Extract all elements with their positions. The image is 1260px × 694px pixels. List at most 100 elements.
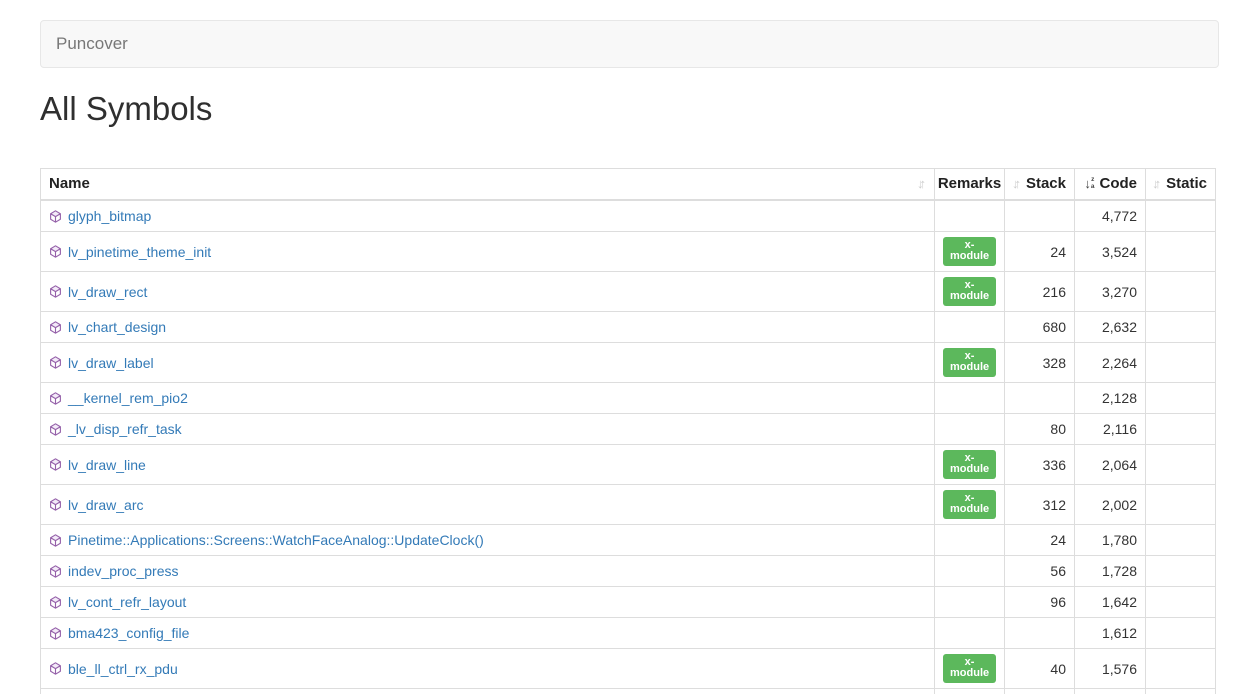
cube-icon bbox=[49, 498, 62, 511]
code-cell: 1,728 bbox=[1075, 556, 1146, 587]
code-cell: 2,064 bbox=[1075, 445, 1146, 485]
symbol-link[interactable]: lv_draw_rect bbox=[68, 282, 147, 302]
symbol-link[interactable]: Pinetime::Applications::Screens::WatchFa… bbox=[68, 530, 484, 550]
static-cell bbox=[1146, 414, 1216, 445]
static-cell bbox=[1146, 587, 1216, 618]
symbol-link[interactable]: _lv_disp_refr_task bbox=[68, 419, 182, 439]
remarks-cell bbox=[935, 556, 1005, 587]
sort-alpha-desc-icon: ↓za bbox=[1084, 174, 1094, 194]
code-cell: 3,270 bbox=[1075, 272, 1146, 312]
table-row: ble_ll_ctrl_rx_pdu x-module 40 1,576 bbox=[41, 649, 1216, 689]
static-cell bbox=[1146, 556, 1216, 587]
cube-icon bbox=[49, 662, 62, 675]
remarks-cell bbox=[935, 525, 1005, 556]
symbol-link[interactable]: lv_cont_refr_layout bbox=[68, 592, 186, 612]
code-cell: 1,480 bbox=[1075, 689, 1146, 694]
stack-cell bbox=[1005, 618, 1075, 649]
table-row: indev_proc_press 56 1,728 bbox=[41, 556, 1216, 587]
cube-icon bbox=[49, 321, 62, 334]
code-cell: 2,002 bbox=[1075, 485, 1146, 525]
table-row: lv_draw_line x-module 336 2,064 bbox=[41, 445, 1216, 485]
symbol-link[interactable]: lv_pinetime_theme_init bbox=[68, 242, 211, 262]
remarks-cell bbox=[935, 312, 1005, 343]
table-row: lv_chart_design 680 2,632 bbox=[41, 312, 1216, 343]
symbol-link[interactable]: glyph_bitmap bbox=[68, 206, 151, 226]
code-cell: 2,128 bbox=[1075, 383, 1146, 414]
symbol-name-cell: lv_pinetime_theme_init bbox=[41, 232, 935, 272]
static-cell bbox=[1146, 343, 1216, 383]
column-label-stack: Stack bbox=[1026, 174, 1066, 194]
remarks-cell: x-module bbox=[935, 272, 1005, 312]
stack-cell bbox=[1005, 383, 1075, 414]
column-header-code[interactable]: ↓za Code bbox=[1075, 169, 1146, 201]
symbol-name-cell: indev_proc_press bbox=[41, 556, 935, 587]
table-row: __kernel_rem_pio2 2,128 bbox=[41, 383, 1216, 414]
symbol-link[interactable]: indev_proc_press bbox=[68, 561, 179, 581]
symbol-link[interactable]: lv_chart_design bbox=[68, 317, 166, 337]
stack-cell: 40 bbox=[1005, 649, 1075, 689]
cube-icon bbox=[49, 534, 62, 547]
stack-cell: 328 bbox=[1005, 343, 1075, 383]
stack-cell: 216 bbox=[1005, 272, 1075, 312]
remarks-cell bbox=[935, 587, 1005, 618]
symbol-name-cell: lv_chart_design bbox=[41, 312, 935, 343]
static-cell bbox=[1146, 649, 1216, 689]
remarks-cell bbox=[935, 383, 1005, 414]
cube-icon bbox=[49, 245, 62, 258]
symbol-name-cell: ble_ll_ctrl_rx_pdu bbox=[41, 649, 935, 689]
stack-cell: 336 bbox=[1005, 445, 1075, 485]
static-cell bbox=[1146, 383, 1216, 414]
remarks-cell bbox=[935, 618, 1005, 649]
x-module-badge: x-module bbox=[943, 237, 996, 266]
code-cell: 1,612 bbox=[1075, 618, 1146, 649]
symbol-link[interactable]: lv_draw_label bbox=[68, 353, 154, 373]
symbol-name-cell: lv_bar_design bbox=[41, 689, 935, 694]
symbol-link[interactable]: lv_draw_arc bbox=[68, 495, 143, 515]
sort-arrows-icon: ↓↑ bbox=[1012, 174, 1021, 194]
table-row: Pinetime::Applications::Screens::WatchFa… bbox=[41, 525, 1216, 556]
stack-cell: 96 bbox=[1005, 587, 1075, 618]
cube-icon bbox=[49, 627, 62, 640]
navbar-brand-link[interactable]: Puncover bbox=[41, 20, 143, 68]
remarks-cell bbox=[935, 414, 1005, 445]
stack-cell: 248 bbox=[1005, 689, 1075, 694]
symbol-link[interactable]: lv_draw_line bbox=[68, 455, 146, 475]
column-header-name[interactable]: Name ↓↑ bbox=[41, 169, 935, 201]
cube-icon bbox=[49, 458, 62, 471]
code-cell: 4,772 bbox=[1075, 200, 1146, 232]
column-header-stack[interactable]: ↓↑ Stack bbox=[1005, 169, 1075, 201]
remarks-cell: x-module bbox=[935, 343, 1005, 383]
symbol-link[interactable]: bma423_config_file bbox=[68, 623, 189, 643]
table-row: glyph_bitmap 4,772 bbox=[41, 200, 1216, 232]
symbol-name-cell: lv_draw_label bbox=[41, 343, 935, 383]
symbol-name-cell: lv_draw_arc bbox=[41, 485, 935, 525]
stack-cell: 680 bbox=[1005, 312, 1075, 343]
symbol-name-cell: bma423_config_file bbox=[41, 618, 935, 649]
table-row: lv_draw_rect x-module 216 3,270 bbox=[41, 272, 1216, 312]
symbol-name-cell: glyph_bitmap bbox=[41, 200, 935, 232]
remarks-cell: x-module bbox=[935, 485, 1005, 525]
column-label-remarks: Remarks bbox=[938, 174, 1001, 194]
symbol-name-cell: lv_cont_refr_layout bbox=[41, 587, 935, 618]
table-row: bma423_config_file 1,612 bbox=[41, 618, 1216, 649]
column-header-remarks[interactable]: Remarks bbox=[935, 169, 1005, 201]
remarks-cell bbox=[935, 200, 1005, 232]
stack-cell: 80 bbox=[1005, 414, 1075, 445]
cube-icon bbox=[49, 423, 62, 436]
column-header-static[interactable]: ↓↑ Static bbox=[1146, 169, 1216, 201]
static-cell bbox=[1146, 232, 1216, 272]
code-cell: 3,524 bbox=[1075, 232, 1146, 272]
static-cell bbox=[1146, 200, 1216, 232]
symbol-link[interactable]: ble_ll_ctrl_rx_pdu bbox=[68, 659, 178, 679]
code-cell: 1,780 bbox=[1075, 525, 1146, 556]
remarks-cell: x-module bbox=[935, 445, 1005, 485]
stack-cell: 24 bbox=[1005, 232, 1075, 272]
symbol-name-cell: _lv_disp_refr_task bbox=[41, 414, 935, 445]
static-cell bbox=[1146, 485, 1216, 525]
remarks-cell bbox=[935, 689, 1005, 694]
table-row: _lv_disp_refr_task 80 2,116 bbox=[41, 414, 1216, 445]
symbol-link[interactable]: __kernel_rem_pio2 bbox=[68, 388, 188, 408]
table-header-row: Name ↓↑ Remarks ↓↑ Stack bbox=[41, 169, 1216, 201]
stack-cell: 312 bbox=[1005, 485, 1075, 525]
sort-arrows-icon: ↓↑ bbox=[917, 174, 926, 194]
